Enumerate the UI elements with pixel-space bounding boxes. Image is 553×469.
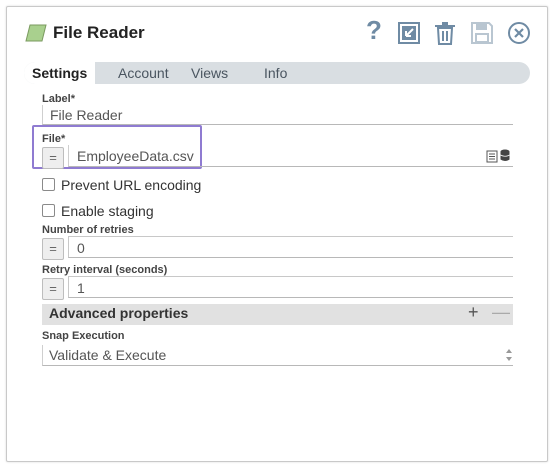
snap-execution-select[interactable]: Validate & Execute xyxy=(42,345,513,366)
checkbox-box[interactable] xyxy=(42,204,55,217)
file-browse-icon[interactable] xyxy=(486,150,498,163)
select-arrows-icon xyxy=(506,349,512,361)
advanced-properties-title: Advanced properties xyxy=(49,305,189,321)
enable-staging-label: Enable staging xyxy=(61,203,154,219)
close-icon[interactable] xyxy=(507,21,531,45)
retry-interval-label: Retry interval (seconds) xyxy=(42,264,168,276)
enable-staging-checkbox[interactable]: Enable staging xyxy=(42,203,154,219)
tab-info[interactable]: Info xyxy=(264,62,287,84)
dialog-title: File Reader xyxy=(53,23,145,42)
retry-interval-input[interactable]: 1 xyxy=(68,276,513,298)
label-field-label: Label* xyxy=(42,93,76,105)
help-icon[interactable]: ? xyxy=(364,17,384,43)
file-reader-dialog: File Reader ? Settings Account Views Inf… xyxy=(6,6,548,462)
file-input[interactable]: EmployeeData.csv xyxy=(68,145,513,167)
database-icon[interactable] xyxy=(500,149,510,162)
save-icon[interactable] xyxy=(470,21,494,45)
number-of-retries-input[interactable]: 0 xyxy=(68,236,513,258)
file-expression-toggle[interactable]: = xyxy=(42,147,64,169)
checkbox-box[interactable] xyxy=(42,178,55,191)
tab-views[interactable]: Views xyxy=(191,62,228,84)
label-input[interactable]: File Reader xyxy=(42,105,513,125)
advanced-properties-header[interactable]: Advanced properties + — xyxy=(42,302,513,325)
prevent-url-encoding-checkbox[interactable]: Prevent URL encoding xyxy=(42,177,201,193)
retries-expression-toggle[interactable]: = xyxy=(42,238,64,260)
snap-type-icon xyxy=(25,24,47,42)
export-icon[interactable] xyxy=(397,21,421,45)
snap-execution-label: Snap Execution xyxy=(42,330,125,342)
file-field-label: File* xyxy=(42,133,66,145)
tab-bar: Settings Account Views Info xyxy=(24,62,530,84)
remove-property-button[interactable]: — xyxy=(492,302,510,323)
snap-execution-value: Validate & Execute xyxy=(49,347,167,363)
add-property-button[interactable]: + xyxy=(468,302,479,323)
prevent-url-encoding-label: Prevent URL encoding xyxy=(61,177,202,193)
delete-icon[interactable] xyxy=(433,21,457,45)
tab-settings[interactable]: Settings xyxy=(24,62,96,84)
number-of-retries-label: Number of retries xyxy=(42,224,134,236)
dialog-header: File Reader ? xyxy=(7,7,547,59)
tab-account[interactable]: Account xyxy=(118,62,169,84)
retry-interval-expression-toggle[interactable]: = xyxy=(42,278,64,300)
